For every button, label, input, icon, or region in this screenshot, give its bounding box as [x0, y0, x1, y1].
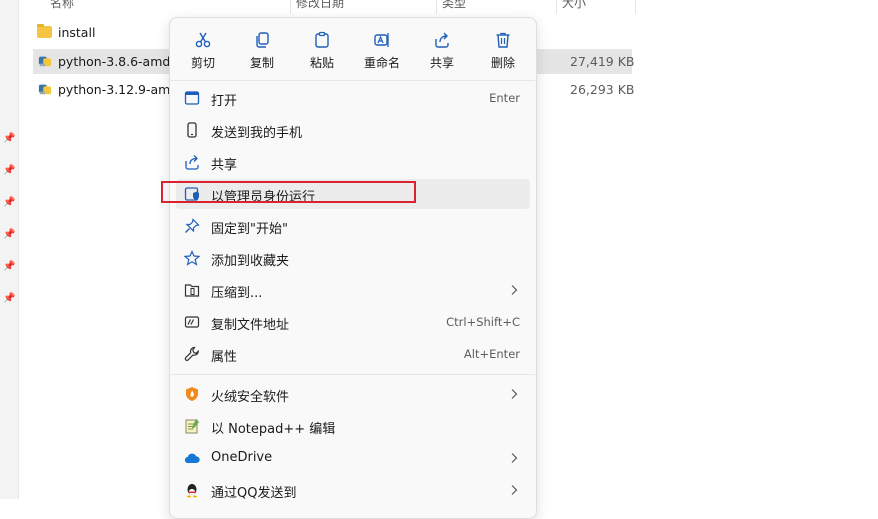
paste-icon: [315, 31, 329, 48]
chevron-right-icon: [511, 389, 518, 399]
column-divider[interactable]: [436, 0, 437, 14]
share-button[interactable]: 共享: [420, 24, 464, 76]
menu-separator: [171, 374, 535, 375]
qq-icon: [187, 484, 197, 498]
folder-icon: [37, 24, 52, 38]
menu-item-shortcut: Ctrl+Shift+C: [446, 315, 520, 329]
menu-item-properties[interactable]: 属性 Alt+Enter: [176, 339, 530, 369]
archive-icon: [184, 284, 200, 297]
menu-item-huorong[interactable]: 火绒安全软件: [176, 379, 530, 409]
file-row-install[interactable]: install: [33, 20, 169, 45]
pin-icon[interactable]: 📌: [3, 261, 15, 273]
menu-item-onedrive[interactable]: OneDrive: [176, 443, 530, 473]
column-divider[interactable]: [635, 0, 636, 14]
star-icon: [184, 250, 200, 266]
pin-icon[interactable]: 📌: [3, 133, 15, 145]
menu-item-label: OneDrive: [211, 450, 273, 465]
menu-item-label: 打开: [211, 94, 238, 109]
delete-label: 删除: [490, 56, 515, 70]
rename-label: 重命名: [363, 56, 400, 70]
huorong-icon: [186, 387, 198, 401]
phone-icon: [187, 122, 197, 138]
share-icon: [185, 155, 199, 170]
menu-item-shortcut: Alt+Enter: [463, 347, 520, 361]
menu-item-label: 压缩到...: [211, 286, 263, 301]
menu-item-send-to-phone[interactable]: 发送到我的手机: [176, 115, 530, 145]
pin-icon: [185, 218, 200, 233]
menu-item-notepad-plus-plus[interactable]: 以 Notepad++ 编辑: [176, 411, 530, 441]
menu-separator: [171, 80, 535, 81]
menu-item-shortcut: Enter: [489, 91, 520, 105]
pin-icon[interactable]: 📌: [3, 293, 15, 305]
column-header-size[interactable]: 大小: [562, 0, 586, 12]
cut-label: 剪切: [190, 56, 215, 70]
menu-item-label: 以 Notepad++ 编辑: [211, 422, 336, 437]
column-header-name[interactable]: 名称: [50, 0, 74, 12]
python-installer-icon: [38, 56, 52, 67]
column-divider[interactable]: [556, 0, 557, 14]
python-installer-icon: [38, 84, 52, 95]
menu-item-label: 复制文件地址: [211, 318, 290, 333]
notepad-icon: [185, 419, 199, 434]
delete-button[interactable]: 删除: [481, 24, 525, 76]
menu-item-label: 发送到我的手机: [211, 126, 303, 141]
menu-item-open[interactable]: 打开 Enter: [176, 83, 530, 113]
menu-item-label: 火绒安全软件: [211, 390, 290, 405]
file-name: install: [58, 25, 96, 40]
navigation-pane: 📌 📌 📌 📌 📌 📌: [0, 0, 19, 499]
scissors-icon: [195, 32, 211, 48]
copy-button[interactable]: 复制: [240, 24, 284, 76]
paste-button[interactable]: 粘贴: [300, 24, 344, 76]
share-icon: [435, 32, 449, 48]
file-name: python-3.8.6-amd64: [58, 54, 187, 69]
highlight-annotation: [161, 181, 416, 203]
column-divider[interactable]: [290, 0, 291, 14]
chevron-right-icon: [511, 485, 518, 495]
rename-icon: [374, 33, 389, 47]
open-icon: [184, 91, 200, 105]
path-icon: [184, 316, 200, 328]
copy-icon: [256, 32, 269, 48]
context-menu: 剪切 复制 粘贴 重命名 共享 删除 打开 Enter 发送到我的手机 共享 以…: [169, 17, 537, 519]
menu-item-share[interactable]: 共享: [176, 147, 530, 177]
cut-button[interactable]: 剪切: [181, 24, 225, 76]
chevron-right-icon: [511, 285, 518, 295]
menu-item-label: 固定到"开始": [211, 222, 288, 237]
menu-item-compress-to[interactable]: 压缩到...: [176, 275, 530, 305]
chevron-right-icon: [511, 453, 518, 463]
menu-item-add-to-favorites[interactable]: 添加到收藏夹: [176, 243, 530, 273]
context-menu-toolbar: 剪切 复制 粘贴 重命名 共享 删除: [170, 24, 536, 80]
menu-item-label: 通过QQ发送到: [211, 486, 297, 501]
menu-item-label: 共享: [211, 158, 238, 173]
file-size: 27,419 KB: [570, 54, 635, 69]
pin-icon[interactable]: 📌: [3, 197, 15, 209]
pin-icon[interactable]: 📌: [3, 229, 15, 241]
share-label: 共享: [429, 56, 454, 70]
menu-item-label: 添加到收藏夹: [211, 254, 290, 269]
column-header-date[interactable]: 修改日期: [296, 0, 344, 12]
pin-icon[interactable]: 📌: [3, 165, 15, 177]
column-header-type[interactable]: 类型: [442, 0, 466, 12]
file-size: 26,293 KB: [570, 82, 635, 97]
menu-item-copy-path[interactable]: 复制文件地址 Ctrl+Shift+C: [176, 307, 530, 337]
menu-item-label: 属性: [211, 350, 238, 365]
paste-label: 粘贴: [309, 56, 334, 70]
cloud-icon: [184, 453, 200, 464]
menu-item-send-via-qq[interactable]: 通过QQ发送到: [176, 475, 530, 505]
trash-icon: [496, 32, 510, 48]
wrench-icon: [184, 346, 199, 361]
rename-button[interactable]: 重命名: [360, 24, 404, 76]
copy-label: 复制: [249, 56, 274, 70]
menu-item-pin-to-start[interactable]: 固定到"开始": [176, 211, 530, 241]
